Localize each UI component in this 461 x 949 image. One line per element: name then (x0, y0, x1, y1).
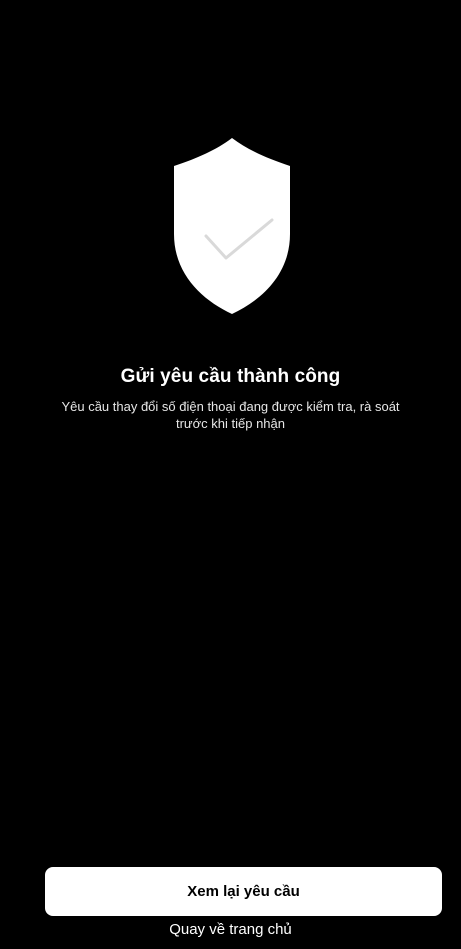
shield-check-icon (168, 136, 296, 316)
review-request-button[interactable]: Xem lại yêu cầu (45, 867, 442, 916)
description-line-1: Yêu cầu thay đổi số điện thoại đang được… (61, 399, 400, 414)
success-description: Yêu cầu thay đổi số điện thoại đang được… (0, 398, 461, 432)
description-line-2: trước khi tiếp nhận (175, 416, 285, 431)
success-title: Gửi yêu cầu thành công (120, 366, 341, 387)
back-home-button[interactable]: Quay về trang chủ (0, 921, 461, 938)
